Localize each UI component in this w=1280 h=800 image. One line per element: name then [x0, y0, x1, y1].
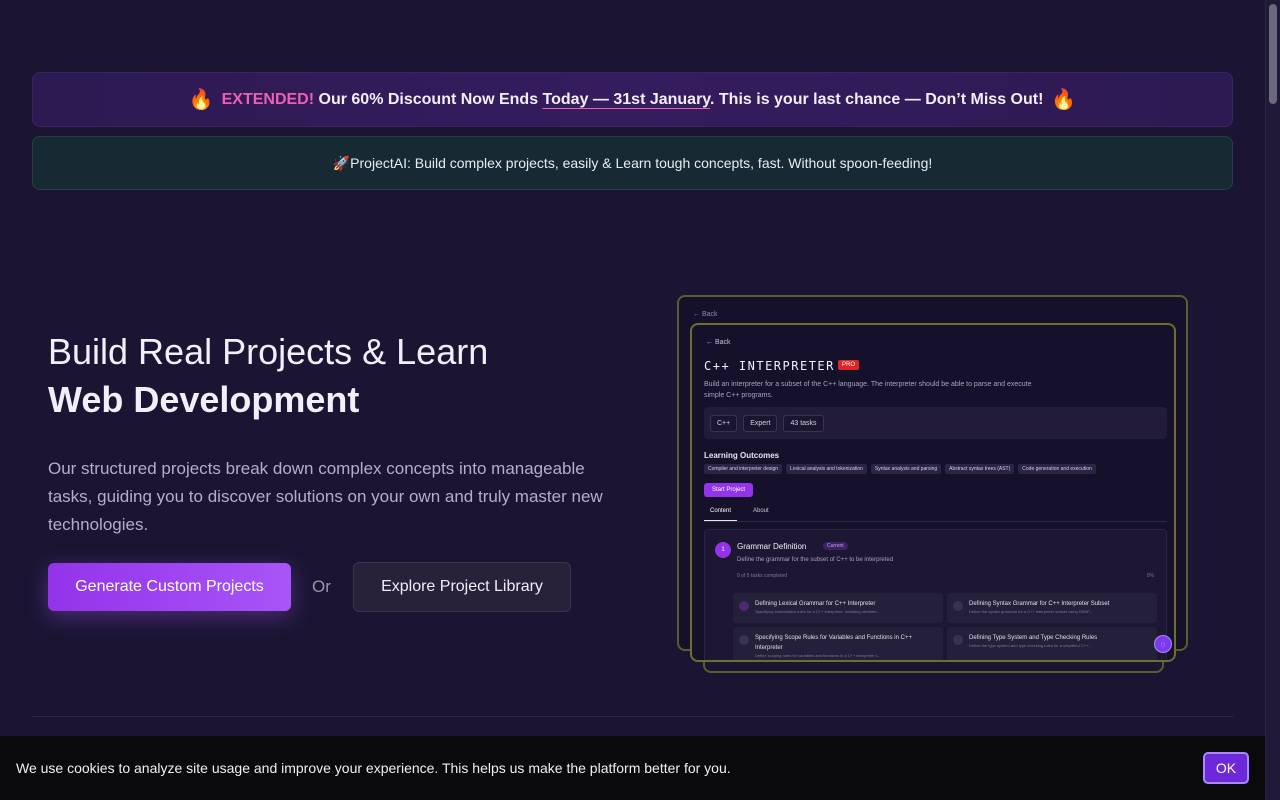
preview-section-number: 1 — [715, 542, 731, 558]
preview-back-outer: ← Back — [693, 311, 718, 318]
rocket-icon: 🚀 — [332, 154, 351, 171]
preview-tab-content: Content — [704, 508, 738, 521]
preview-task-desc: Define the type system and type checking… — [969, 643, 1092, 648]
preview-section-description: Define the grammar for the subset of C++… — [737, 557, 894, 563]
preview-outcome-chip: Syntax analysis and parsing — [870, 464, 942, 474]
promo-banner[interactable]: 🔥 EXTENDED! Our 60% Discount Now Ends To… — [32, 72, 1233, 127]
hero-title-line2: Web Development — [48, 379, 360, 420]
preview-section-title: Grammar Definition — [737, 542, 807, 551]
preview-badge-level: Expert — [743, 414, 778, 432]
task-icon — [953, 601, 963, 611]
tagline-banner: 🚀 ProjectAI: Build complex projects, easi… — [32, 136, 1233, 190]
promo-text-before: Our 60% Discount Now Ends — [318, 90, 539, 108]
cookie-banner: We use cookies to analyze site usage and… — [0, 736, 1265, 800]
cookie-ok-button[interactable]: OK — [1203, 752, 1249, 784]
preview-outcome-chip: Abstract syntax trees (AST) — [945, 464, 1015, 474]
chat-bubble-icon: ◌ — [1154, 635, 1172, 653]
promo-extended-label: EXTENDED! — [221, 90, 315, 108]
preview-task-desc: Specifying tokenization rules for a C++ … — [755, 609, 880, 614]
preview-outcome-chip: Lexical analysis and tokenization — [786, 464, 867, 474]
generate-custom-projects-button[interactable]: Generate Custom Projects — [48, 563, 291, 611]
preview-task-desc: Define the syntax grammar for a C++ inte… — [969, 609, 1093, 614]
promo-date-link[interactable]: Today — 31st January — [543, 91, 710, 108]
promo-text-after: . This is your last chance — Don’t Miss … — [710, 90, 1044, 108]
preview-description: Build an interpreter for a subset of the… — [704, 381, 1032, 399]
preview-outcome-chips: Compiler and interpreter design Lexical … — [704, 464, 1096, 474]
or-separator: Or — [312, 577, 331, 596]
hero-description: Our structured projects break down compl… — [48, 459, 603, 534]
hero-title: Build Real Projects & Learn Web Developm… — [48, 328, 488, 424]
preview-section-progress: 0 of 5 tasks completed — [737, 573, 788, 579]
preview-task-title: Defining Syntax Grammar for C++ Interpre… — [969, 601, 1110, 607]
scrollbar-thumb[interactable] — [1269, 4, 1277, 104]
preview-task-title: Specifying Scope Rules for Variables and… — [755, 635, 912, 651]
preview-badge-language: C++ — [710, 414, 738, 432]
task-icon — [739, 601, 749, 611]
hero-title-line1: Build Real Projects & Learn — [48, 331, 489, 372]
cookie-text: We use cookies to analyze site usage and… — [16, 760, 731, 776]
preview-outcome-chip: Code generation and execution — [1018, 464, 1096, 474]
preview-task-title: Defining Type System and Type Checking R… — [969, 635, 1098, 641]
preview-task-card: Specifying Scope Rules for Variables and… — [733, 627, 943, 660]
preview-section: 1 Grammar Definition Current Define the … — [704, 529, 1167, 660]
preview-start-project-button: Start Project — [704, 483, 754, 497]
project-preview-screenshot: ← Back C++ INTERPRETER PRO Build an inte… — [690, 323, 1176, 662]
flame-icon: 🔥 — [1051, 88, 1077, 111]
preview-task-card: Defining Type System and Type Checking R… — [947, 627, 1157, 660]
section-divider — [32, 716, 1233, 717]
preview-badges: C++ Expert 43 tasks — [704, 407, 1167, 439]
preview-tabs: Content About — [704, 508, 1167, 522]
preview-pro-badge: PRO — [838, 360, 860, 370]
preview-task-title: Defining Lexical Grammar for C++ Interpr… — [755, 601, 876, 607]
flame-icon: 🔥 — [188, 88, 214, 111]
preview-back-link: ← Back — [706, 339, 731, 346]
explore-project-library-button[interactable]: Explore Project Library — [353, 562, 571, 612]
preview-project-title: C++ INTERPRETER — [704, 359, 835, 373]
task-icon — [953, 635, 963, 645]
preview-tab-about: About — [753, 508, 769, 514]
preview-task-desc: Define scoping rules for variables and f… — [755, 653, 881, 658]
preview-task-card: Defining Lexical Grammar for C++ Interpr… — [733, 593, 943, 623]
task-icon — [739, 635, 749, 645]
preview-section-status: Current — [823, 542, 848, 550]
preview-task-card: Defining Syntax Grammar for C++ Interpre… — [947, 593, 1157, 623]
preview-outcome-chip: Compiler and interpreter design — [704, 464, 783, 474]
scrollbar[interactable] — [1265, 0, 1280, 800]
preview-outcomes-heading: Learning Outcomes — [704, 451, 780, 460]
tagline-text: ProjectAI: Build complex projects, easil… — [350, 155, 933, 171]
preview-badge-tasks: 43 tasks — [783, 414, 824, 432]
preview-section-percent: 0% — [1146, 573, 1154, 579]
